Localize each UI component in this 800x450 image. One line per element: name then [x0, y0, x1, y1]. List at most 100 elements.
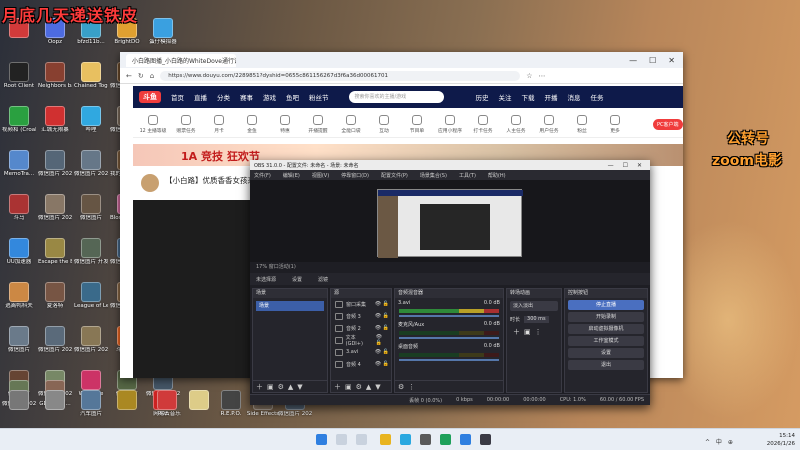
- source-filters-button[interactable]: 滤镜: [318, 276, 328, 283]
- desktop-icon[interactable]: 微信图片 20250921...: [38, 150, 72, 190]
- visibility-icon[interactable]: 👁 🔓: [375, 349, 391, 355]
- back-icon[interactable]: ←: [126, 72, 132, 80]
- desktop-icon[interactable]: 微信图片 20250921...: [74, 150, 108, 190]
- desktop-icon[interactable]: League of Legends: [74, 282, 108, 322]
- maximize-icon[interactable]: ☐: [623, 162, 628, 169]
- obs-preview[interactable]: [250, 180, 650, 262]
- source-item[interactable]: 音频 3 👁 🔓: [331, 310, 391, 322]
- desktop-icon[interactable]: 微信图片: [2, 326, 36, 366]
- minimize-icon[interactable]: —: [608, 162, 614, 169]
- desktop-icon[interactable]: 斗马: [2, 194, 36, 234]
- nav-item-home[interactable]: 首页: [171, 92, 184, 102]
- transition-buttons[interactable]: ＋▣⋮: [507, 325, 561, 339]
- wechat-icon[interactable]: [440, 434, 451, 445]
- desktop-icon[interactable]: 汇城无限暴: [38, 106, 72, 146]
- nav-item-fans[interactable]: 粉丝节: [309, 92, 329, 102]
- maximize-icon[interactable]: ☐: [649, 56, 656, 65]
- desktop-icon[interactable]: Chained Together: [74, 62, 108, 102]
- source-item[interactable]: 3.avi 👁 🔓: [331, 346, 391, 358]
- desktop-icon[interactable]: R.E.P.O.: [214, 390, 248, 430]
- feature-item[interactable]: 12 主播等级: [139, 115, 167, 134]
- desktop-icon[interactable]: Neighbors back Fro...: [38, 62, 72, 102]
- nav-item-category[interactable]: 分类: [217, 92, 230, 102]
- exit-button[interactable]: 退出: [568, 360, 644, 370]
- obs-icon[interactable]: [480, 434, 491, 445]
- menu-file[interactable]: 文件(F): [254, 172, 271, 179]
- menu-edit[interactable]: 编辑(E): [283, 172, 300, 179]
- scenes-toolbar[interactable]: ＋▣⚙▲▼: [253, 380, 327, 392]
- nav-item-games[interactable]: 游戏: [263, 92, 276, 102]
- desktop-icon[interactable]: 微信图片 20250921...: [38, 194, 72, 234]
- desktop-icon[interactable]: 哔哩: [74, 106, 108, 146]
- source-item[interactable]: 窗口采集 👁 🔓: [331, 298, 391, 310]
- desktop-icon[interactable]: UU加速器: [2, 238, 36, 278]
- nav-right-follow[interactable]: 关注: [499, 92, 512, 102]
- source-item[interactable]: 音频 4 👁 🔓: [331, 358, 391, 370]
- browser-icon[interactable]: [460, 434, 471, 445]
- file-explorer-icon[interactable]: [380, 434, 391, 445]
- nav-right-download[interactable]: 下载: [522, 92, 535, 102]
- volume-slider[interactable]: [399, 359, 499, 361]
- feature-item[interactable]: 互动: [370, 115, 398, 134]
- desktop-icon[interactable]: MemoTra...: [2, 150, 36, 190]
- search-icon[interactable]: [336, 434, 347, 445]
- nav-item-events[interactable]: 赛事: [240, 92, 253, 102]
- sources-toolbar[interactable]: ＋▣⚙▲▼: [331, 380, 391, 392]
- site-logo[interactable]: 斗鱼: [139, 91, 161, 103]
- avatar[interactable]: [141, 174, 159, 192]
- start-recording-button[interactable]: 开始录制: [568, 312, 644, 322]
- desktop-icon[interactable]: [2, 390, 36, 430]
- desktop-icon[interactable]: 夏洛特: [38, 282, 72, 322]
- transition-select[interactable]: 淡入淡出: [510, 301, 558, 311]
- feature-item[interactable]: 节目单: [403, 115, 431, 134]
- edge-icon[interactable]: [400, 434, 411, 445]
- browser-tab[interactable]: 小白路图播_小白路的WhiteDove通行证: [126, 53, 236, 67]
- feature-item[interactable]: 更多: [601, 115, 629, 134]
- feature-item[interactable]: 全能口袋: [337, 115, 365, 134]
- start-icon[interactable]: [316, 434, 327, 445]
- close-icon[interactable]: ✕: [668, 56, 675, 65]
- desktop-icon[interactable]: 汽车图片: [74, 390, 108, 430]
- feature-item[interactable]: 特惠: [271, 115, 299, 134]
- desktop-icon[interactable]: 微信图片 2025-09...: [74, 326, 108, 366]
- scene-item[interactable]: 场景: [256, 301, 324, 311]
- menu-docks[interactable]: 停靠窗口(D): [341, 172, 369, 179]
- visibility-icon[interactable]: 👁 🔓: [376, 334, 391, 346]
- menu-view[interactable]: 视图(V): [312, 172, 329, 179]
- volume-slider[interactable]: [399, 315, 499, 317]
- minimize-icon[interactable]: —: [629, 56, 637, 65]
- star-icon[interactable]: ☆: [526, 72, 532, 80]
- extensions-icon[interactable]: ⋯: [538, 72, 545, 80]
- duration-input[interactable]: 300 ms: [524, 316, 549, 323]
- visibility-icon[interactable]: 👁 🔓: [375, 325, 391, 331]
- source-settings-button[interactable]: 设置: [292, 276, 302, 283]
- desktop-icon[interactable]: 微信图片 20250921...: [38, 326, 72, 366]
- feature-item[interactable]: 开播提醒: [304, 115, 332, 134]
- feature-item[interactable]: 应用小程序: [436, 115, 464, 134]
- feature-item[interactable]: 月卡: [205, 115, 233, 134]
- feature-item[interactable]: 人主任务: [502, 115, 530, 134]
- stop-streaming-button[interactable]: 停止直播: [568, 300, 644, 310]
- site-search-input[interactable]: 搜索你喜欢的主播/游戏: [348, 91, 444, 103]
- desktop-icon[interactable]: 逃离鸭科夫: [2, 282, 36, 322]
- url-field[interactable]: https://www.douyu.com/2289851?dyshid=065…: [160, 70, 521, 81]
- nav-right-messages[interactable]: 消息: [568, 92, 581, 102]
- desktop-icon[interactable]: [182, 390, 216, 430]
- source-item[interactable]: 音频 2 👁 🔓: [331, 322, 391, 334]
- volume-slider[interactable]: [399, 337, 499, 339]
- desktop-icon[interactable]: Escape the Backrooms: [38, 238, 72, 278]
- desktop-icon[interactable]: [110, 390, 144, 430]
- virtual-camera-button[interactable]: 启动虚拟摄像机: [568, 324, 644, 334]
- task-view-icon[interactable]: [356, 434, 367, 445]
- close-icon[interactable]: ✕: [637, 162, 642, 169]
- menu-profile[interactable]: 配置文件(P): [381, 172, 408, 179]
- nav-right-broadcast[interactable]: 开播: [545, 92, 558, 102]
- feature-item[interactable]: 粉丝: [568, 115, 596, 134]
- feature-item[interactable]: 打卡任务: [469, 115, 497, 134]
- nav-item-live[interactable]: 直播: [194, 92, 207, 102]
- desktop-icon[interactable]: 微信图片: [74, 194, 108, 234]
- feature-item[interactable]: 用户任务: [535, 115, 563, 134]
- source-item[interactable]: 文本 (GDI+) 👁 🔓: [331, 334, 391, 347]
- nav-right-history[interactable]: 历史: [476, 92, 489, 102]
- mixer-toolbar[interactable]: ⚙⋮: [395, 380, 503, 392]
